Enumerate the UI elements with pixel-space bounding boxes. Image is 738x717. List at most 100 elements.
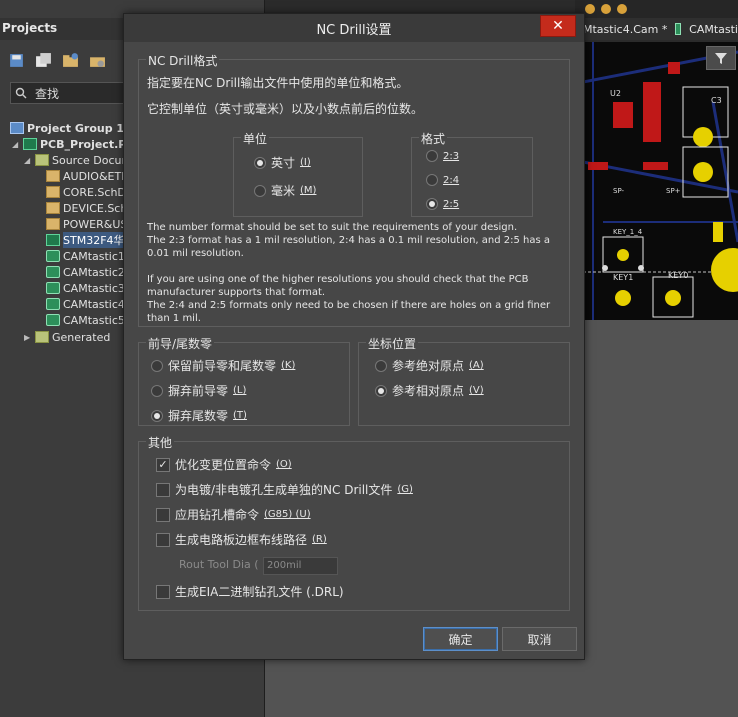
save-all-icon[interactable]	[35, 52, 52, 69]
project-group-icon	[10, 122, 24, 134]
radio-indicator[interactable]	[375, 359, 387, 372]
rout-tool-dia-label: Rout Tool Dia (	[179, 558, 259, 571]
unit-mm-radio[interactable]: 毫米 (M)	[254, 182, 316, 199]
cam-file-icon	[675, 23, 682, 35]
absolute-origin-radio[interactable]: 参考绝对原点 (A)	[375, 357, 484, 374]
toolbar-tool-icon[interactable]	[585, 4, 595, 14]
tree-item-generated[interactable]: ▶ Generated	[24, 329, 110, 345]
pcb-file-icon	[46, 234, 60, 246]
radio-indicator[interactable]	[426, 198, 438, 210]
dialog-title: NC Drill设置	[316, 22, 392, 38]
project-options-icon[interactable]	[89, 52, 106, 69]
tree-item-source-documents[interactable]: ◢ Source Docum	[24, 152, 132, 168]
open-project-icon[interactable]	[62, 52, 79, 69]
group-title: 其他	[146, 434, 175, 451]
rout-tool-dia-input[interactable]: 200mil	[263, 557, 338, 575]
editor-tab-bar: Mtastic4.Cam * CAMtasti	[575, 18, 738, 40]
drop-trailing-zeros-radio[interactable]: 摒弃尾数零 (T)	[151, 407, 247, 424]
cam-file-icon	[46, 314, 60, 326]
pcb-label-key0: KEY0	[668, 271, 689, 280]
screen: Projects 查找 Project Group 1.Ds ◢ PCB_Pro…	[0, 0, 738, 717]
tree-item-file[interactable]: POWER&US	[46, 216, 127, 232]
close-button[interactable]: ✕	[540, 15, 576, 37]
radio-indicator[interactable]	[426, 150, 438, 162]
drop-leading-zeros-radio[interactable]: 摒弃前导零 (L)	[151, 382, 246, 399]
format-description-1: 指定要在NC Drill输出文件中使用的单位和格式。	[147, 76, 409, 90]
unit-inch-radio[interactable]: 英寸 (I)	[254, 154, 311, 171]
coordinate-position-group: 坐标位置 参考绝对原点 (A) 参考相对原点 (V)	[358, 335, 570, 426]
expand-arrow-icon[interactable]: ◢	[12, 140, 20, 149]
pcb-board-graphic	[583, 42, 738, 320]
pcb-label-key1: KEY1	[613, 273, 634, 282]
optimize-change-location-checkbox[interactable]: ✓ 优化变更位置命令 (O)	[156, 456, 292, 473]
tree-item-file[interactable]: CAMtastic5.	[46, 312, 128, 328]
pcb-label-sp-minus: SP-	[613, 187, 625, 195]
radio-indicator[interactable]	[254, 156, 266, 169]
folder-icon	[35, 154, 49, 166]
pcb-label-c3: C3	[711, 96, 722, 105]
folder-icon	[35, 331, 49, 343]
tree-item-file[interactable]: CORE.SchD	[46, 184, 126, 200]
radio-indicator[interactable]	[375, 384, 387, 397]
checkbox-checked-icon[interactable]: ✓	[156, 457, 170, 472]
schematic-file-icon	[46, 218, 60, 230]
checkbox-indicator[interactable]	[156, 584, 170, 599]
checkbox-indicator[interactable]	[156, 507, 170, 522]
tree-item-file[interactable]: DEVICE.Sch	[46, 200, 127, 216]
group-title: NC Drill格式	[146, 52, 220, 69]
nc-drill-settings-dialog: NC Drill设置 ✕ NC Drill格式 指定要在NC Drill输出文件…	[123, 13, 585, 660]
radio-indicator[interactable]	[254, 184, 266, 197]
filter-icon	[715, 53, 727, 64]
pcb-view[interactable]: U2 C3 KEY_1_4 KEY1 KEY0 SP- SP+	[583, 42, 738, 320]
format-2-3-radio[interactable]: 2:3	[426, 150, 459, 162]
tree-item-file[interactable]: CAMtastic4.	[46, 296, 128, 312]
schematic-file-icon	[46, 186, 60, 198]
format-note: If you are using one of the higher resol…	[147, 274, 529, 285]
eia-binary-drill-file-checkbox[interactable]: 生成EIA二进制钻孔文件 (.DRL)	[156, 583, 344, 600]
collapse-arrow-icon[interactable]: ▶	[24, 333, 32, 342]
cancel-button[interactable]: 取消	[502, 627, 577, 651]
separate-drill-files-checkbox[interactable]: 为电镀/非电镀孔生成单独的NC Drill文件 (G)	[156, 481, 413, 498]
dialog-titlebar: NC Drill设置 ✕	[124, 14, 584, 42]
save-icon[interactable]	[8, 52, 25, 69]
radio-indicator[interactable]	[151, 384, 163, 397]
schematic-file-icon	[46, 202, 60, 214]
group-title: 坐标位置	[366, 335, 419, 352]
relative-origin-radio[interactable]: 参考相对原点 (V)	[375, 382, 484, 399]
expand-arrow-icon[interactable]: ◢	[24, 156, 32, 165]
filter-button[interactable]	[706, 46, 736, 70]
checkbox-indicator[interactable]	[156, 532, 170, 547]
ok-button[interactable]: 确定	[423, 627, 498, 651]
pcb-label-u2: U2	[610, 89, 621, 98]
format-description-2: 它控制单位（英寸或毫米）以及小数点前后的位数。	[147, 102, 424, 116]
checkbox-indicator[interactable]	[156, 482, 170, 497]
projects-toolbar	[8, 52, 106, 69]
pcb-label-key: KEY_1_4	[613, 228, 643, 236]
radio-indicator[interactable]	[426, 174, 438, 186]
format-note: manufacturer supports that format.	[147, 287, 326, 298]
editor-tab[interactable]: CAMtasti	[689, 23, 738, 36]
format-2-5-radio[interactable]: 2:5	[426, 198, 459, 210]
tree-item-file[interactable]: CAMtastic1.	[46, 248, 128, 264]
editor-tab[interactable]: Mtastic4.Cam *	[583, 23, 667, 36]
tree-item-file[interactable]: AUDIO&ETH	[46, 168, 129, 184]
format-note: The 2:4 and 2:5 formats only need to be …	[147, 300, 551, 311]
radio-indicator[interactable]	[151, 409, 163, 422]
keep-zeros-radio[interactable]: 保留前导零和尾数零 (K)	[151, 357, 295, 374]
units-group: 单位 英寸 (I) 毫米 (M)	[233, 130, 363, 217]
tree-item-file[interactable]: CAMtastic2.	[46, 264, 128, 280]
search-icon	[15, 87, 27, 99]
format-2-4-radio[interactable]: 2:4	[426, 174, 459, 186]
board-edge-rout-checkbox[interactable]: 生成电路板边框布线路径 (R)	[156, 531, 327, 548]
group-title: 前导/尾数零	[146, 335, 215, 352]
format-note: 0.01 mil resolution.	[147, 248, 244, 259]
drilled-slot-command-checkbox[interactable]: 应用钻孔槽命令 (G85) (U)	[156, 506, 311, 523]
close-icon: ✕	[552, 18, 564, 34]
editor-top-toolbar	[575, 0, 738, 18]
radio-indicator[interactable]	[151, 359, 163, 372]
toolbar-tool-icon[interactable]	[601, 4, 611, 14]
toolbar-tool-icon[interactable]	[617, 4, 627, 14]
pcb-label-sp-plus: SP+	[666, 187, 681, 195]
tree-item-file-selected[interactable]: STM32F4华	[46, 232, 125, 248]
tree-item-file[interactable]: CAMtastic3.	[46, 280, 128, 296]
